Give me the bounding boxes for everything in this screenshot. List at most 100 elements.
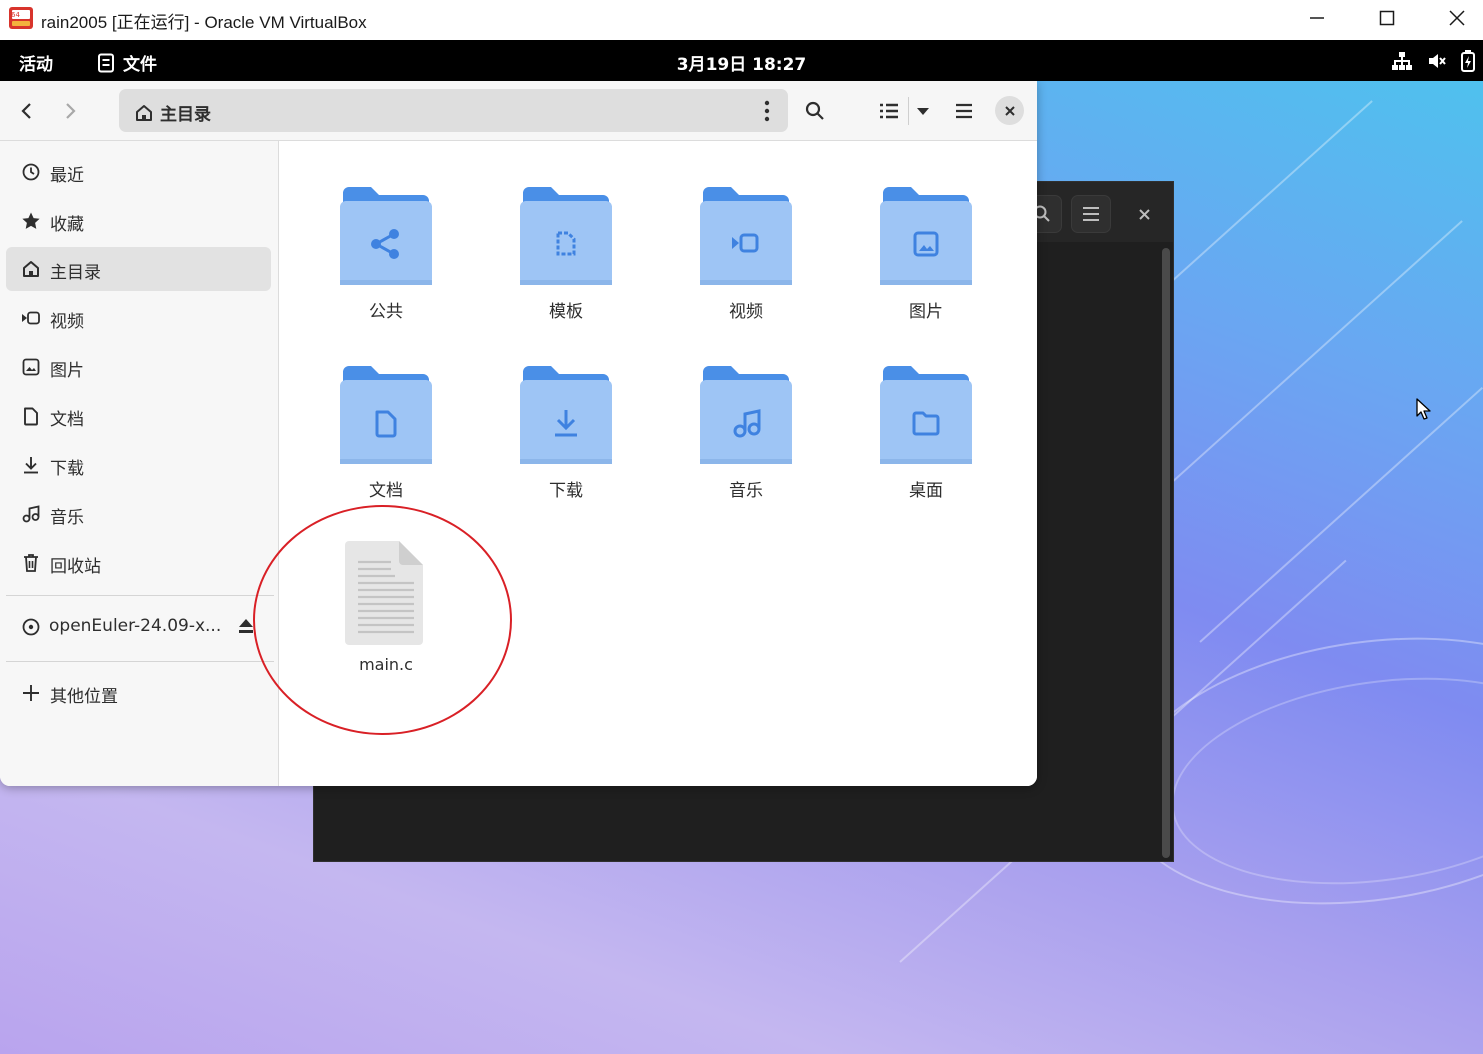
sidebar-item-label: 其他位置	[50, 687, 118, 707]
path-home-button[interactable]: 主目录	[135, 100, 211, 125]
image-icon	[21, 357, 41, 377]
files-app-icon	[98, 53, 114, 72]
sidebar-item-trash[interactable]: 回收站	[6, 541, 271, 585]
clock[interactable]: 3月19日 18:27	[677, 55, 807, 75]
sidebar-item-label: 文档	[50, 410, 84, 430]
document-icon	[21, 406, 41, 426]
folder-public[interactable]: 公共	[306, 183, 466, 343]
close-icon	[1138, 208, 1150, 220]
disc-icon	[21, 617, 41, 637]
sidebar-item-documents[interactable]: 文档	[6, 394, 271, 438]
folder-desktop[interactable]: 桌面	[846, 362, 1006, 522]
sidebar-item-device[interactable]: openEuler-24.09-x...	[6, 605, 271, 649]
file-name: 桌面	[909, 481, 943, 501]
sidebar-item-starred[interactable]: 收藏	[6, 199, 271, 243]
app-menu[interactable]: 文件	[97, 50, 157, 75]
search-button[interactable]	[800, 93, 830, 129]
chevron-right-icon	[66, 103, 76, 119]
location-menu-button[interactable]	[755, 99, 779, 123]
host-titlebar: 64 rain2005 [正在运行] - Oracle VM VirtualBo…	[0, 0, 1483, 40]
sidebar-item-videos[interactable]: 视频	[6, 296, 271, 340]
network-icon	[1392, 52, 1412, 70]
list-view-icon	[880, 103, 898, 119]
home-icon	[21, 259, 41, 279]
music-icon	[700, 366, 792, 464]
virtualbox-icon: 64	[9, 7, 33, 29]
video-icon	[21, 308, 41, 328]
sidebar-item-label: 图片	[50, 361, 84, 381]
sidebar-item-label: 视频	[50, 312, 84, 332]
file-main-c[interactable]: main.c	[306, 541, 466, 701]
folder-music[interactable]: 音乐	[666, 362, 826, 522]
sidebar-item-label: 回收站	[50, 557, 101, 577]
sidebar-item-home[interactable]: 主目录	[6, 247, 271, 291]
sidebar-separator	[6, 661, 274, 662]
hamburger-icon	[956, 103, 972, 119]
folder-pictures[interactable]: 图片	[846, 183, 1006, 343]
terminal-scrollbar[interactable]	[1162, 248, 1170, 858]
trash-icon	[21, 553, 41, 573]
share-icon	[340, 187, 432, 285]
view-list-button[interactable]	[874, 93, 904, 129]
sidebar-item-downloads[interactable]: 下载	[6, 443, 271, 487]
sidebar-item-other-locations[interactable]: 其他位置	[6, 671, 271, 715]
close-icon	[1004, 105, 1015, 116]
view-divider	[908, 97, 909, 125]
hamburger-icon	[1083, 207, 1099, 221]
view-options-button[interactable]	[911, 93, 935, 129]
close-icon	[1449, 10, 1465, 26]
file-name: 公共	[369, 302, 403, 322]
app-name: 文件	[123, 55, 157, 75]
file-grid: 公共 模板 视频 图片 文档 下载 音乐 桌面 main.c	[280, 141, 1037, 786]
home-icon	[136, 104, 152, 121]
forward-button[interactable]	[52, 91, 90, 131]
template-icon	[520, 187, 612, 285]
music-icon	[21, 504, 41, 524]
eject-icon[interactable]	[237, 617, 255, 635]
document-icon	[340, 366, 432, 464]
sidebar-item-label: 下载	[50, 459, 84, 479]
download-icon	[21, 455, 41, 475]
chevron-left-icon	[21, 103, 31, 119]
file-name: 音乐	[729, 481, 763, 501]
sidebar-separator	[6, 595, 274, 596]
activities-button[interactable]: 活动	[19, 50, 53, 75]
minimize-button[interactable]	[1282, 0, 1352, 36]
back-button[interactable]	[7, 91, 45, 131]
minimize-icon	[1310, 17, 1324, 19]
maximize-icon	[1379, 10, 1395, 26]
sidebar-item-music[interactable]: 音乐	[6, 492, 271, 536]
sidebar-item-label: 音乐	[50, 508, 84, 528]
more-vertical-icon	[764, 100, 770, 122]
host-window-title: rain2005 [正在运行] - Oracle VM VirtualBox	[41, 13, 367, 32]
folder-videos[interactable]: 视频	[666, 183, 826, 343]
file-manager-window[interactable]: 主目录 最近 收藏 主目录 视频 图片 文档 下载 音乐 回收站 openEul…	[0, 81, 1037, 786]
folder-downloads[interactable]: 下载	[486, 362, 646, 522]
folder-documents[interactable]: 文档	[306, 362, 466, 522]
file-name: 下载	[549, 481, 583, 501]
close-button[interactable]	[995, 96, 1024, 125]
download-icon	[520, 366, 612, 464]
sidebar-item-pictures[interactable]: 图片	[6, 345, 271, 389]
maximize-button[interactable]	[1352, 0, 1422, 36]
sidebar-item-label: openEuler-24.09-x...	[49, 616, 222, 636]
search-icon	[805, 101, 824, 120]
file-name: 图片	[909, 302, 943, 322]
file-name: main.c	[359, 655, 413, 674]
main-menu-button[interactable]	[949, 93, 979, 129]
folder-templates[interactable]: 模板	[486, 183, 646, 343]
clock-icon	[21, 162, 41, 182]
close-window-button[interactable]	[1422, 0, 1483, 36]
svg-text:64: 64	[11, 11, 20, 19]
terminal-menu-button[interactable]	[1071, 195, 1111, 233]
current-location: 主目录	[160, 105, 211, 125]
star-icon	[21, 211, 41, 231]
location-bar[interactable]: 主目录	[119, 89, 788, 132]
mouse-cursor-icon	[1416, 398, 1431, 420]
system-tray[interactable]	[1391, 50, 1475, 72]
folder-icon	[880, 366, 972, 464]
sidebar-item-recent[interactable]: 最近	[6, 150, 271, 194]
terminal-close-button[interactable]	[1134, 204, 1154, 224]
text-file-icon	[345, 541, 423, 645]
sidebar-item-label: 主目录	[50, 263, 101, 283]
